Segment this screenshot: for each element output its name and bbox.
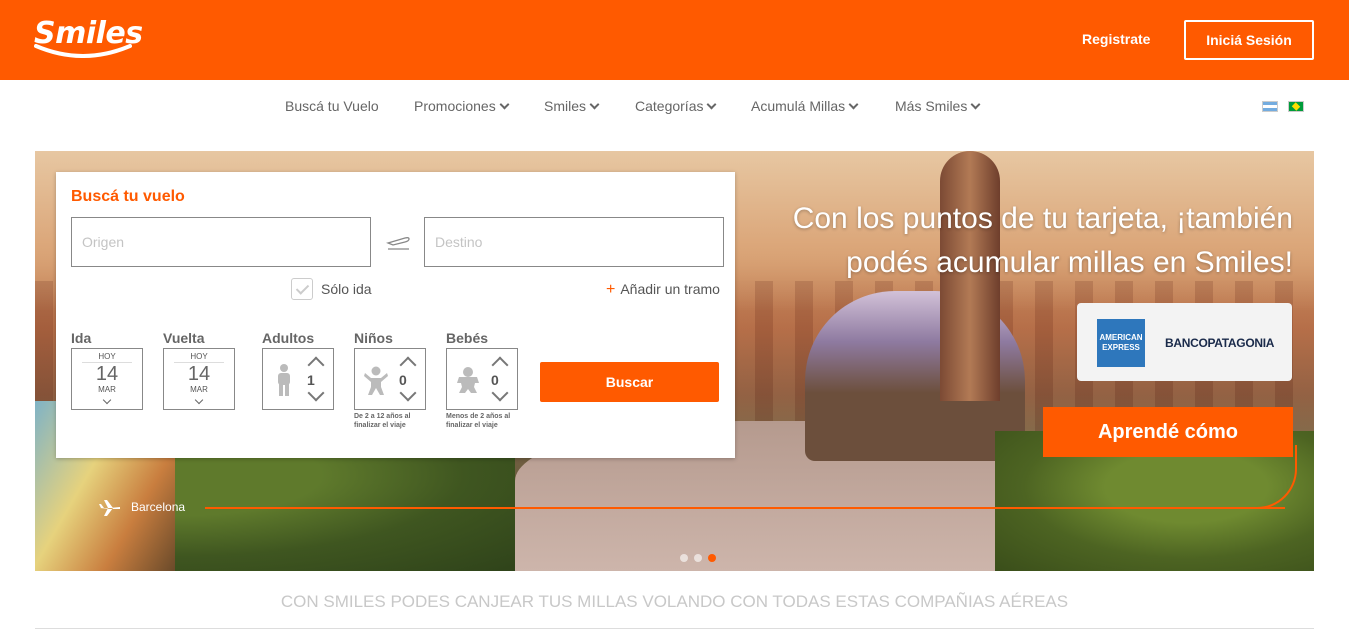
plane-icon: [99, 500, 120, 516]
date-day: 14: [95, 363, 119, 385]
main-nav: Buscá tu Vuelo Promociones Smiles Catego…: [0, 80, 1349, 130]
baby-icon: [457, 367, 479, 393]
infants-age-note: Menos de 2 años al finalizar el viaje: [446, 413, 511, 429]
children-age-note: De 2 a 12 años al finalizar el viaje: [354, 413, 411, 429]
departure-date-picker[interactable]: HOY 14 MAR: [71, 348, 143, 410]
departure-label: Ida: [71, 330, 92, 346]
nav-label: Más Smiles: [895, 98, 968, 114]
nav-label: Buscá tu Vuelo: [285, 98, 379, 114]
flag-brazil-icon[interactable]: [1288, 101, 1304, 112]
carousel-dots: [680, 549, 722, 567]
add-leg-label: Añadir un tramo: [620, 281, 720, 297]
login-button[interactable]: Iniciá Sesión: [1184, 20, 1314, 60]
flight-search-card: Buscá tu vuelo Sólo ida +Añadir un tramo…: [56, 172, 735, 458]
children-label: Niños: [354, 330, 393, 346]
date-day: 14: [187, 363, 211, 385]
nav-item-smiles[interactable]: Smiles: [544, 98, 600, 114]
nav-label: Smiles: [544, 98, 587, 114]
route-line: [205, 507, 1285, 509]
nav-item-more-smiles[interactable]: Más Smiles: [895, 98, 981, 114]
nav-label: Acumulá Millas: [751, 98, 846, 114]
airplane-takeoff-icon: [386, 237, 410, 250]
bank-logo: BANCOPATAGONIA: [1165, 336, 1275, 350]
nav-label: Promociones: [414, 98, 496, 114]
chevron-down-icon: [499, 99, 510, 110]
nav-item-search-flight[interactable]: Buscá tu Vuelo: [285, 98, 379, 114]
nav-item-promotions[interactable]: Promociones: [414, 98, 510, 114]
infants-stepper: 0: [446, 348, 518, 410]
search-button[interactable]: Buscar: [540, 362, 719, 402]
children-stepper: 0: [354, 348, 426, 410]
chevron-down-icon: [707, 99, 717, 110]
chevron-down-icon: [970, 99, 981, 110]
infants-label: Bebés: [446, 330, 489, 346]
increment-infants-button[interactable]: [491, 356, 509, 374]
today-label: HOY: [174, 352, 224, 363]
hero-headline-line: podés acumular millas en Smiles!: [846, 246, 1293, 279]
destination-city-label: Barcelona: [131, 500, 186, 514]
chevron-down-icon: [194, 395, 204, 405]
smiles-logo[interactable]: Smiles: [34, 14, 143, 62]
nav-label: Categorías: [635, 98, 704, 114]
return-label: Vuelta: [163, 330, 205, 346]
destination-input[interactable]: [424, 217, 724, 267]
register-link[interactable]: Registrate: [1082, 31, 1150, 47]
airlines-section-title: CON SMILES PODES CANJEAR TUS MILLAS VOLA…: [280, 592, 1069, 611]
adults-stepper: 1: [262, 348, 334, 410]
increment-children-button[interactable]: [399, 356, 417, 374]
logo-smile-icon: [34, 44, 132, 58]
search-card-title: Buscá tu vuelo: [71, 188, 185, 205]
origin-input[interactable]: [71, 217, 371, 267]
adult-icon: [278, 364, 290, 396]
date-month: MAR: [190, 385, 208, 394]
top-header: Smiles Registrate Iniciá Sesión: [0, 0, 1349, 80]
carousel-dot[interactable]: [680, 554, 688, 562]
chevron-down-icon: [102, 395, 112, 405]
nav-item-earn-miles[interactable]: Acumulá Millas: [751, 98, 859, 114]
carousel-dot-active[interactable]: [708, 554, 716, 562]
chevron-down-icon: [589, 99, 600, 110]
return-date-picker[interactable]: HOY 14 MAR: [163, 348, 235, 410]
flag-argentina-icon[interactable]: [1262, 101, 1278, 112]
hero-headline-line: Con los puntos de tu tarjeta, ¡también: [792, 202, 1293, 235]
adults-label: Adultos: [262, 330, 315, 346]
one-way-label: Sólo ida: [321, 281, 372, 297]
section-divider: [35, 628, 1314, 629]
carousel-dot[interactable]: [694, 554, 702, 562]
increment-adults-button[interactable]: [307, 356, 325, 374]
amex-logo: AMERICAN EXPRESS: [1097, 319, 1145, 367]
hero-headline: Con los puntos de tu tarjeta, ¡también p…: [693, 197, 1293, 285]
partner-logos: AMERICAN EXPRESS BANCOPATAGONIA: [1077, 303, 1292, 381]
child-icon: [364, 366, 388, 395]
nav-item-categories[interactable]: Categorías: [635, 98, 717, 114]
date-month: MAR: [98, 385, 116, 394]
one-way-checkbox[interactable]: [291, 278, 313, 300]
add-leg-link[interactable]: + Añadir un tramo: [606, 281, 720, 299]
chevron-down-icon: [848, 99, 859, 110]
plus-icon: +: [606, 281, 616, 298]
today-label: HOY: [82, 352, 132, 363]
